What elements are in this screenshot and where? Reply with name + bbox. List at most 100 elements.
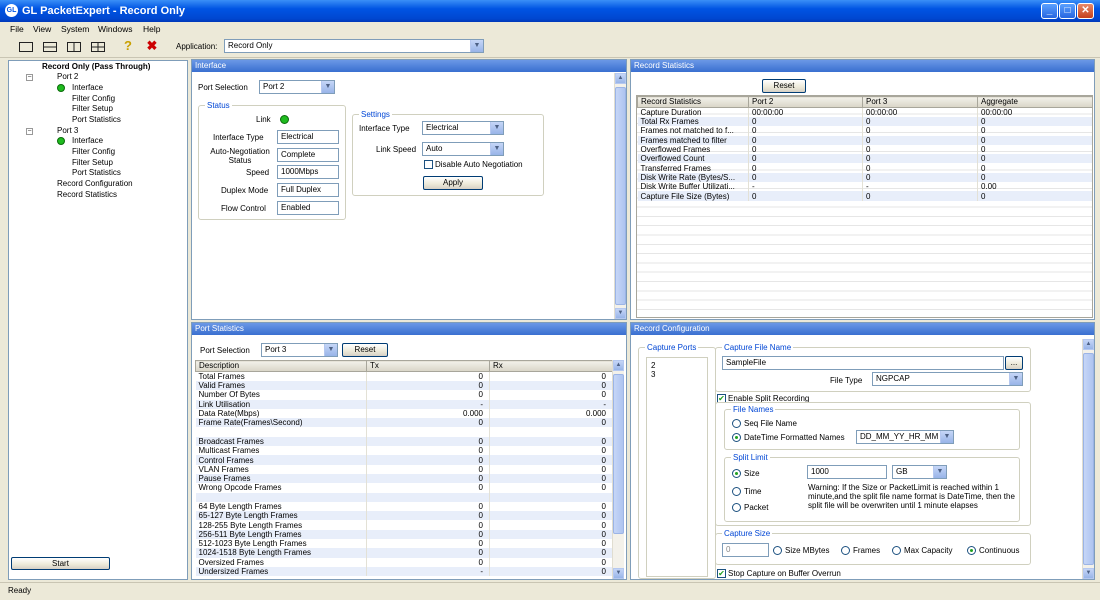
tree-record-statistics[interactable]: Record Statistics <box>57 190 117 199</box>
table-row[interactable]: Disk Write Buffer Utilizati... - -0.00 <box>637 182 1092 192</box>
exit-icon[interactable]: ✖ <box>142 39 162 55</box>
column-header[interactable]: Description <box>195 360 367 372</box>
table-row[interactable]: Transferred Frames 0 0 0 <box>637 163 1092 173</box>
scroll-thumb[interactable] <box>615 87 626 305</box>
apply-button[interactable]: Apply <box>423 176 483 190</box>
scroll-down-icon[interactable]: ▼ <box>1083 568 1094 579</box>
vertical-scrollbar[interactable]: ▲ ▼ <box>614 73 626 319</box>
application-select[interactable]: Record Only ▼ <box>224 39 484 53</box>
tree-port2-port-statistics[interactable]: Port Statistics <box>72 115 121 124</box>
table-row[interactable] <box>195 427 612 437</box>
tree-port2-filter-setup[interactable]: Filter Setup <box>72 104 113 113</box>
help-key-icon[interactable]: ? <box>118 39 138 55</box>
tree-root[interactable]: Record Only (Pass Through) <box>42 62 150 71</box>
settings-interface-type-select[interactable]: Electrical ▼ <box>422 121 504 135</box>
table-row[interactable]: Data Rate(Mbps) 0.000 0.000 <box>195 408 612 419</box>
column-header[interactable]: Rx <box>489 360 612 372</box>
column-header[interactable]: Tx <box>366 360 490 372</box>
datetime-format-select[interactable]: DD_MM_YY_HR_MM ▼ <box>856 430 954 444</box>
capture-port-item[interactable]: 3 <box>651 370 655 379</box>
table-row[interactable]: Capture File Size (Bytes) 0 0 0 <box>637 191 1092 201</box>
table-row[interactable]: Multicast Frames 0 0 <box>195 446 612 456</box>
link-speed-select[interactable]: Auto ▼ <box>422 142 504 156</box>
record-stats-reset-button[interactable]: Reset <box>762 79 806 93</box>
datetime-names-radio[interactable] <box>732 433 741 442</box>
capture-size-input[interactable]: 0 <box>722 543 769 557</box>
stop-capture-checkbox[interactable]: ✔ <box>717 569 726 578</box>
table-row[interactable] <box>195 492 612 502</box>
table-row[interactable]: Broadcast Frames 0 0 <box>195 436 612 447</box>
close-button[interactable]: ✕ <box>1077 3 1094 19</box>
table-row[interactable]: Total Frames 0 0 <box>195 371 612 381</box>
split-size-input[interactable]: 1000 <box>807 465 887 479</box>
table-row[interactable]: 64 Byte Length Frames 0 0 <box>195 501 612 512</box>
capture-file-name-input[interactable]: SampleFile <box>722 356 1004 370</box>
table-row[interactable]: Frame Rate(Frames\Second) 0 0 <box>195 418 612 428</box>
scroll-thumb[interactable] <box>1083 353 1094 565</box>
column-header[interactable]: Aggregate <box>977 96 1092 108</box>
split-size-unit-select[interactable]: GB ▼ <box>892 465 947 479</box>
table-row[interactable]: Overflowed Frames 0 0 0 <box>637 144 1092 155</box>
table-row[interactable]: Disk Write Rate (Bytes/S... 0 0 0 <box>637 172 1092 183</box>
scroll-up-icon[interactable]: ▲ <box>1083 339 1094 350</box>
seq-file-name-radio[interactable] <box>732 419 741 428</box>
menu-windows[interactable]: Windows <box>98 24 132 34</box>
port-stats-reset-button[interactable]: Reset <box>342 343 388 357</box>
tree-port2-filter-config[interactable]: Filter Config <box>72 94 115 103</box>
table-row[interactable]: VLAN Frames 0 0 <box>195 464 612 474</box>
tree-port3-filter-config[interactable]: Filter Config <box>72 147 115 156</box>
table-row[interactable]: 512-1023 Byte Length Frames 0 0 <box>195 539 612 549</box>
column-header[interactable]: Record Statistics <box>637 96 749 108</box>
table-row[interactable]: Undersized Frames -0 <box>195 566 612 577</box>
tree-port2-interface[interactable]: Interface <box>72 83 103 92</box>
scroll-thumb[interactable] <box>613 374 624 534</box>
table-row[interactable]: Pause Frames 0 0 <box>195 473 612 484</box>
table-row[interactable]: 128-255 Byte Length Frames 0 0 <box>195 520 612 530</box>
table-row[interactable]: Number Of Bytes 0 0 <box>195 390 612 400</box>
table-row[interactable]: 65-127 Byte Length Frames 0 0 <box>195 511 612 521</box>
table-row[interactable]: Frames matched to filter 0 0 0 <box>637 135 1092 145</box>
tree-record-configuration[interactable]: Record Configuration <box>57 179 133 188</box>
vertical-scrollbar[interactable]: ▲ ▼ <box>612 360 624 579</box>
frames-radio[interactable] <box>841 546 850 555</box>
vertical-scrollbar[interactable]: ▲ ▼ <box>1082 339 1094 579</box>
menu-help[interactable]: Help <box>143 24 160 34</box>
tree-port3-filter-setup[interactable]: Filter Setup <box>72 158 113 167</box>
table-row[interactable]: Control Frames 0 0 <box>195 455 612 465</box>
layout-horizontal-button[interactable] <box>40 39 60 55</box>
browse-button[interactable]: ... <box>1005 356 1023 370</box>
collapse-icon[interactable]: − <box>26 74 33 81</box>
max-capacity-radio[interactable] <box>892 546 901 555</box>
table-row[interactable]: Wrong Opcode Frames 0 0 <box>195 483 612 493</box>
column-header[interactable]: Port 2 <box>748 96 863 108</box>
tree-port3[interactable]: Port 3 <box>57 126 78 135</box>
size-mbytes-radio[interactable] <box>773 546 782 555</box>
tree-port2[interactable]: Port 2 <box>57 72 78 81</box>
collapse-icon[interactable]: − <box>26 128 33 135</box>
file-type-select[interactable]: NGPCAP ▼ <box>872 372 1023 386</box>
table-row[interactable]: Capture Duration 00:00:00 00:00:00 00:00:00 <box>637 107 1092 117</box>
layout-grid-button[interactable] <box>88 39 108 55</box>
table-row[interactable]: Total Rx Frames 0 0 0 <box>637 117 1092 127</box>
table-row[interactable]: Valid Frames 0 0 <box>195 381 612 391</box>
maximize-button[interactable]: □ <box>1059 3 1076 19</box>
port-selection-select[interactable]: Port 2 ▼ <box>259 80 335 94</box>
table-row[interactable]: 256-511 Byte Length Frames 0 0 <box>195 529 612 540</box>
table-row[interactable]: Overflowed Count 0 0 0 <box>637 154 1092 164</box>
tree-port3-interface[interactable]: Interface <box>72 136 103 145</box>
layout-vertical-button[interactable] <box>64 39 84 55</box>
continuous-radio[interactable] <box>967 546 976 555</box>
split-time-radio[interactable] <box>732 487 741 496</box>
scroll-down-icon[interactable]: ▼ <box>613 568 624 579</box>
table-row[interactable]: 1024-1518 Byte Length Frames 0 0 <box>195 548 612 558</box>
capture-port-item[interactable]: 2 <box>651 361 655 370</box>
table-row[interactable]: Frames not matched to f... 0 0 0 <box>637 126 1092 136</box>
scroll-up-icon[interactable]: ▲ <box>615 73 626 84</box>
column-header[interactable]: Port 3 <box>862 96 978 108</box>
port-stats-port-select[interactable]: Port 3 ▼ <box>261 343 338 357</box>
split-packet-radio[interactable] <box>732 503 741 512</box>
scroll-down-icon[interactable]: ▼ <box>615 308 626 319</box>
disable-autoneg-checkbox[interactable] <box>424 160 433 169</box>
menu-system[interactable]: System <box>61 24 89 34</box>
minimize-button[interactable]: _ <box>1041 3 1058 19</box>
